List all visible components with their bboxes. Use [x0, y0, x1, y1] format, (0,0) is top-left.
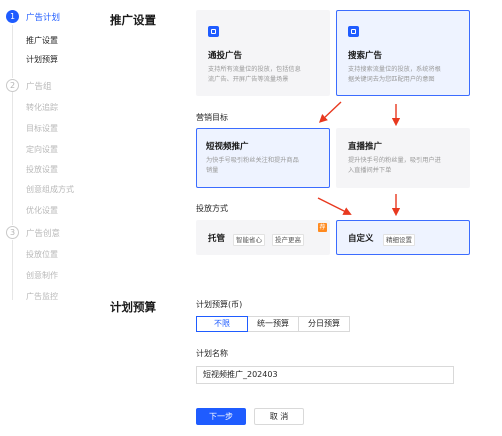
plan-name-label: 计划名称	[196, 349, 228, 358]
next-button[interactable]: 下一步	[196, 408, 246, 425]
section-title-plan-budget: 计划预算	[110, 300, 156, 314]
budget-label: 计划预算(币)	[196, 300, 243, 309]
budget-option-daily[interactable]: 分日预算	[298, 316, 350, 332]
budget-option-unlimited[interactable]: 不限	[196, 316, 248, 332]
cancel-button[interactable]: 取 消	[254, 408, 304, 425]
arrow-search-to-short-video	[318, 101, 342, 123]
budget-option-unified[interactable]: 统一预算	[247, 316, 299, 332]
plan-name-input[interactable]: 短视频推广_202403	[196, 366, 454, 384]
arrow-to-custom	[317, 197, 352, 215]
